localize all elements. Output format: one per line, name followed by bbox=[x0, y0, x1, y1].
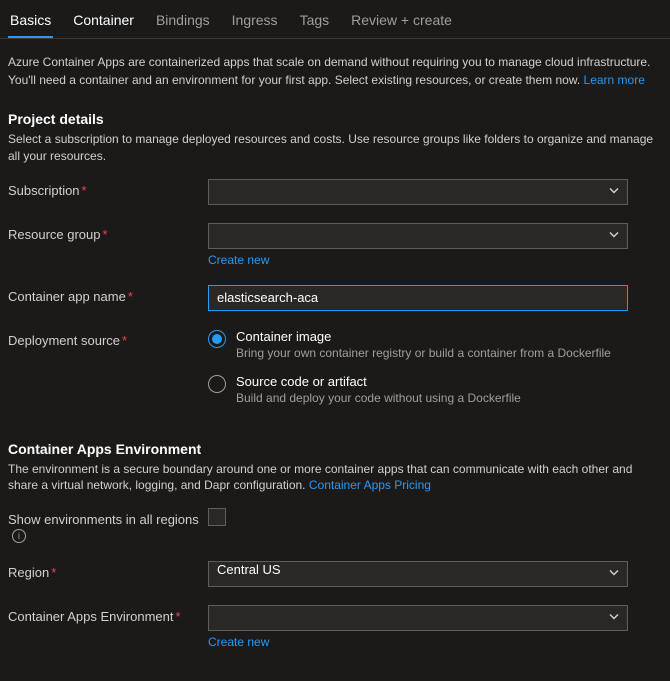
row-resource-group: Resource group* Create new bbox=[8, 223, 662, 267]
learn-more-link[interactable]: Learn more bbox=[584, 73, 645, 87]
container-apps-environment-label: Container Apps Environment* bbox=[8, 605, 208, 624]
environment-section-desc: The environment is a secure boundary aro… bbox=[8, 461, 662, 495]
intro-text: Azure Container Apps are containerized a… bbox=[8, 53, 662, 89]
radio-icon bbox=[208, 375, 226, 393]
region-select[interactable]: Central US bbox=[208, 561, 628, 587]
deployment-source-container-image[interactable]: Container image Bring your own container… bbox=[208, 329, 628, 360]
show-environments-label: Show environments in all regions i bbox=[8, 508, 208, 543]
tab-tags[interactable]: Tags bbox=[298, 8, 332, 38]
tab-bindings[interactable]: Bindings bbox=[154, 8, 212, 38]
tab-ingress[interactable]: Ingress bbox=[230, 8, 280, 38]
radio-icon bbox=[208, 330, 226, 348]
info-icon[interactable]: i bbox=[12, 529, 26, 543]
tab-review-create[interactable]: Review + create bbox=[349, 8, 454, 38]
subscription-select[interactable] bbox=[208, 179, 628, 205]
show-environments-checkbox[interactable] bbox=[208, 508, 226, 526]
project-details-desc: Select a subscription to manage deployed… bbox=[8, 131, 662, 165]
option-title: Source code or artifact bbox=[236, 374, 521, 389]
region-label: Region* bbox=[8, 561, 208, 580]
row-show-environments: Show environments in all regions i bbox=[8, 508, 662, 543]
tab-basics[interactable]: Basics bbox=[8, 8, 53, 38]
project-details-title: Project details bbox=[8, 111, 662, 127]
resource-group-select[interactable] bbox=[208, 223, 628, 249]
deployment-source-source-code[interactable]: Source code or artifact Build and deploy… bbox=[208, 374, 628, 405]
subscription-label: Subscription* bbox=[8, 179, 208, 198]
intro-body: Azure Container Apps are containerized a… bbox=[8, 55, 650, 87]
container-apps-environment-select[interactable] bbox=[208, 605, 628, 631]
row-deployment-source: Deployment source* Container image Bring… bbox=[8, 329, 662, 419]
resource-group-label: Resource group* bbox=[8, 223, 208, 242]
row-subscription: Subscription* bbox=[8, 179, 662, 205]
container-app-name-label: Container app name* bbox=[8, 285, 208, 304]
environment-create-new-link[interactable]: Create new bbox=[208, 635, 269, 649]
option-title: Container image bbox=[236, 329, 611, 344]
row-container-app-name: Container app name* bbox=[8, 285, 662, 311]
row-container-apps-environment: Container Apps Environment* Create new bbox=[8, 605, 662, 649]
environment-section-title: Container Apps Environment bbox=[8, 441, 662, 457]
deployment-source-label: Deployment source* bbox=[8, 329, 208, 348]
resource-group-create-new-link[interactable]: Create new bbox=[208, 253, 269, 267]
tab-bar: Basics Container Bindings Ingress Tags R… bbox=[0, 0, 670, 39]
tab-container[interactable]: Container bbox=[71, 8, 136, 38]
option-subtitle: Bring your own container registry or bui… bbox=[236, 346, 611, 360]
form-content: Azure Container Apps are containerized a… bbox=[0, 39, 670, 681]
row-region: Region* Central US bbox=[8, 561, 662, 587]
container-apps-pricing-link[interactable]: Container Apps Pricing bbox=[309, 478, 431, 492]
container-app-name-input[interactable] bbox=[208, 285, 628, 311]
option-subtitle: Build and deploy your code without using… bbox=[236, 391, 521, 405]
